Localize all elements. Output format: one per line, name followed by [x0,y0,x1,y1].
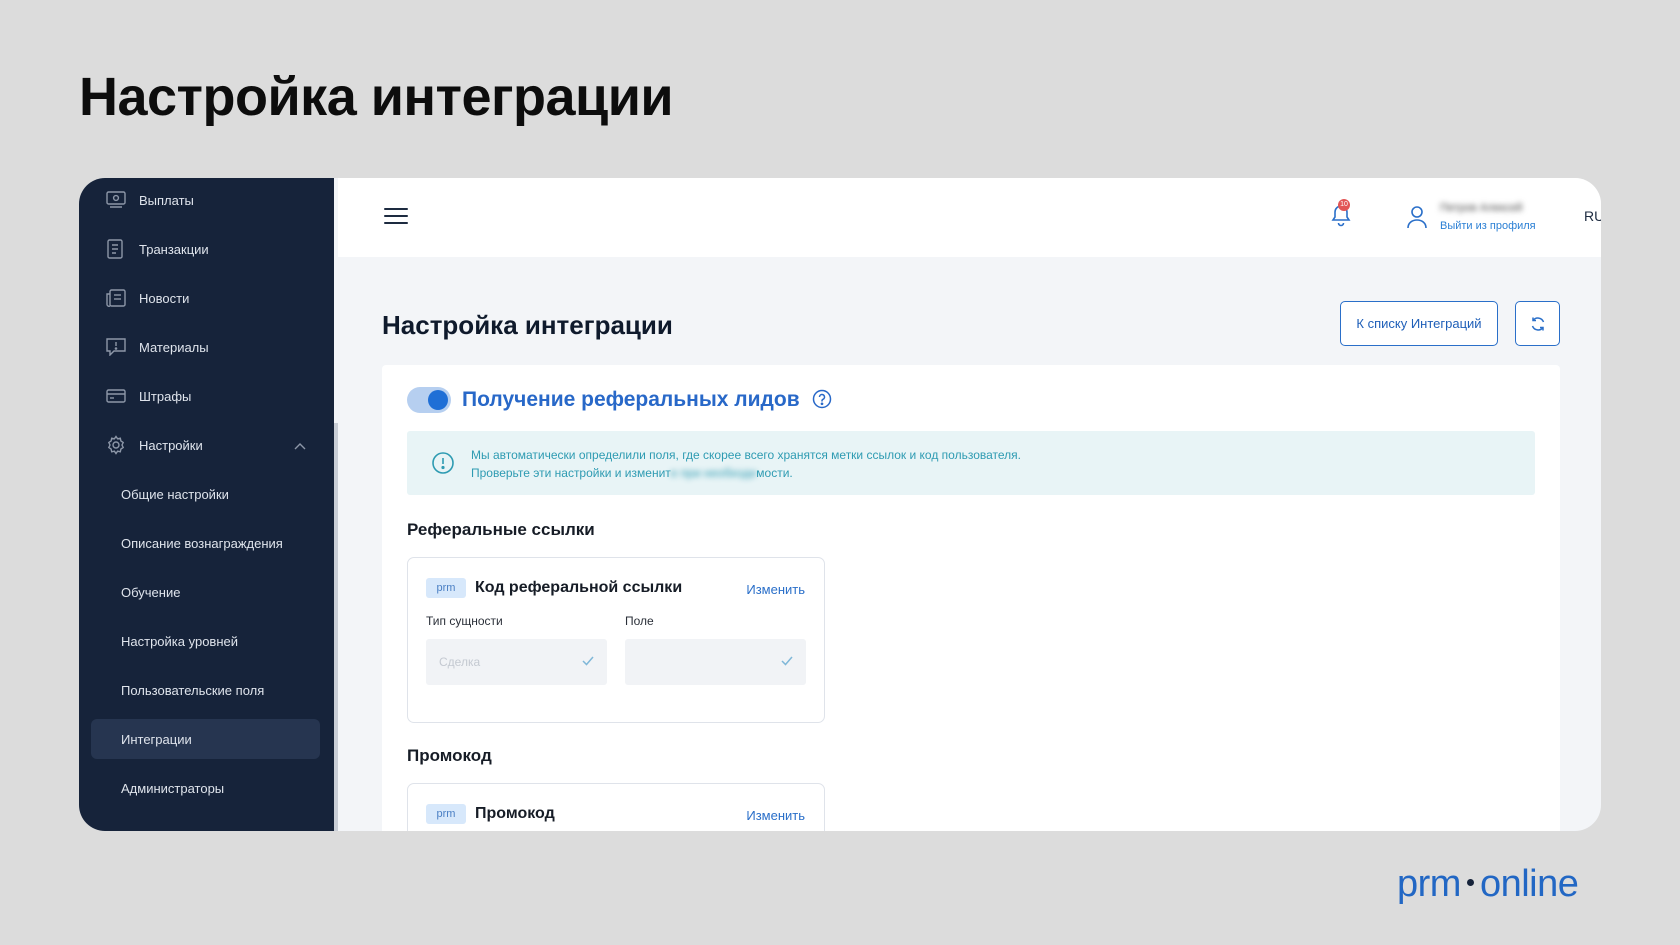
sidebar-item-label: Настройка уровней [121,633,238,649]
sidebar-item-label: Выплаты [139,192,194,208]
sidebar-item-label: Администраторы [121,780,225,796]
integration-card: Получение реферальных лидов Мы автоматич… [382,365,1560,831]
sidebar-item-label: Настройки [139,437,203,453]
notice-line-2: Проверьте эти настройки и измените при н… [471,466,793,480]
sidebar-item-news[interactable]: Новости [91,278,320,318]
entity-type-value: Сделка [439,655,481,669]
notice-line-1: Мы автоматически определили поля, где ск… [471,448,1021,462]
sidebar-item-label: Материалы [139,339,209,355]
sidebar-item-label: Штрафы [139,388,192,404]
sidebar-item-label: Обучение [121,584,181,600]
sidebar-item-label: Транзакции [139,241,209,257]
prm-tag: prm [426,804,466,824]
field-card-title: Промокод [475,805,555,822]
sidebar-item-transactions[interactable]: Транзакции [91,229,320,269]
sidebar-item-materials[interactable]: Материалы [91,327,320,367]
refresh-button[interactable] [1515,301,1560,346]
materials-icon [105,336,127,358]
fines-icon [105,385,127,407]
top-bar: 10 Петров Алексей Выйти из профиля RU [338,178,1601,257]
user-icon[interactable] [1406,205,1428,234]
field-select[interactable] [625,639,806,685]
sidebar-item-integrations[interactable]: Интеграции [91,719,320,759]
edit-link[interactable]: Изменить [746,582,805,597]
entity-type-select[interactable]: Сделка [426,639,607,685]
prm-tag: prm [426,578,466,598]
check-icon [581,654,595,672]
sidebar-item-training[interactable]: Обучение [91,572,320,612]
transactions-icon [105,238,127,260]
notification-badge: 10 [1338,199,1350,211]
edit-link[interactable]: Изменить [746,808,805,823]
sidebar-item-fines[interactable]: Штрафы [91,376,320,416]
slide-title: Настройка интеграции [79,67,674,127]
sidebar-item-label: Общие настройки [121,486,229,502]
sidebar-item-label: Пользовательские поля [121,682,265,698]
back-to-integrations-button[interactable]: К списку Интеграций [1340,301,1498,346]
page-title: Настройка интеграции [382,310,673,340]
menu-icon[interactable] [384,208,408,226]
field-card-title: Код реферальной ссылки [475,579,683,596]
sidebar-item-label: Описание вознаграждения [121,535,283,551]
section-heading-promocode: Промокод [407,746,492,765]
info-icon [431,451,455,480]
sidebar-item-general-settings[interactable]: Общие настройки [91,474,320,514]
referral-code-card: prm Код реферальной ссылки Изменить Тип … [407,557,825,723]
sidebar-item-custom-fields[interactable]: Пользовательские поля [91,670,320,710]
promocode-card: prm Промокод Изменить [407,783,825,831]
chevron-up-icon[interactable] [294,438,306,453]
entity-type-label: Тип сущности [426,614,503,628]
brand-logo: prm online [1397,863,1579,905]
user-name: Петров Алексей [1440,202,1523,214]
info-notice: Мы автоматически определили поля, где ск… [407,431,1535,495]
gear-icon [105,434,127,456]
sidebar-item-settings[interactable]: Настройки [91,425,320,465]
sidebar-item-admins[interactable]: Администраторы [91,768,320,808]
help-icon[interactable] [812,389,832,414]
toggle-label: Получение реферальных лидов [462,388,800,411]
sidebar-item-levels[interactable]: Настройка уровней [91,621,320,661]
notifications-button[interactable]: 10 [1330,199,1352,229]
app-window: Выплаты Транзакции Новости Материалы Штр… [79,178,1601,831]
field-label: Поле [625,614,654,628]
check-icon [780,654,794,672]
sidebar-item-payouts[interactable]: Выплаты [91,180,320,220]
sidebar-item-reward-description[interactable]: Описание вознаграждения [91,523,320,563]
news-icon [105,287,127,309]
sidebar-item-label: Новости [139,290,190,306]
refresh-icon [1531,316,1544,331]
section-heading-referral-links: Реферальные ссылки [407,520,595,539]
sidebar-scrollbar[interactable] [334,423,338,831]
sidebar-item-label: Интеграции [121,731,192,747]
language-select[interactable]: RU [1584,208,1601,224]
payout-icon [105,189,127,211]
sidebar: Выплаты Транзакции Новости Материалы Штр… [79,178,338,831]
logout-link[interactable]: Выйти из профиля [1440,220,1536,232]
referral-leads-toggle[interactable] [407,387,451,413]
